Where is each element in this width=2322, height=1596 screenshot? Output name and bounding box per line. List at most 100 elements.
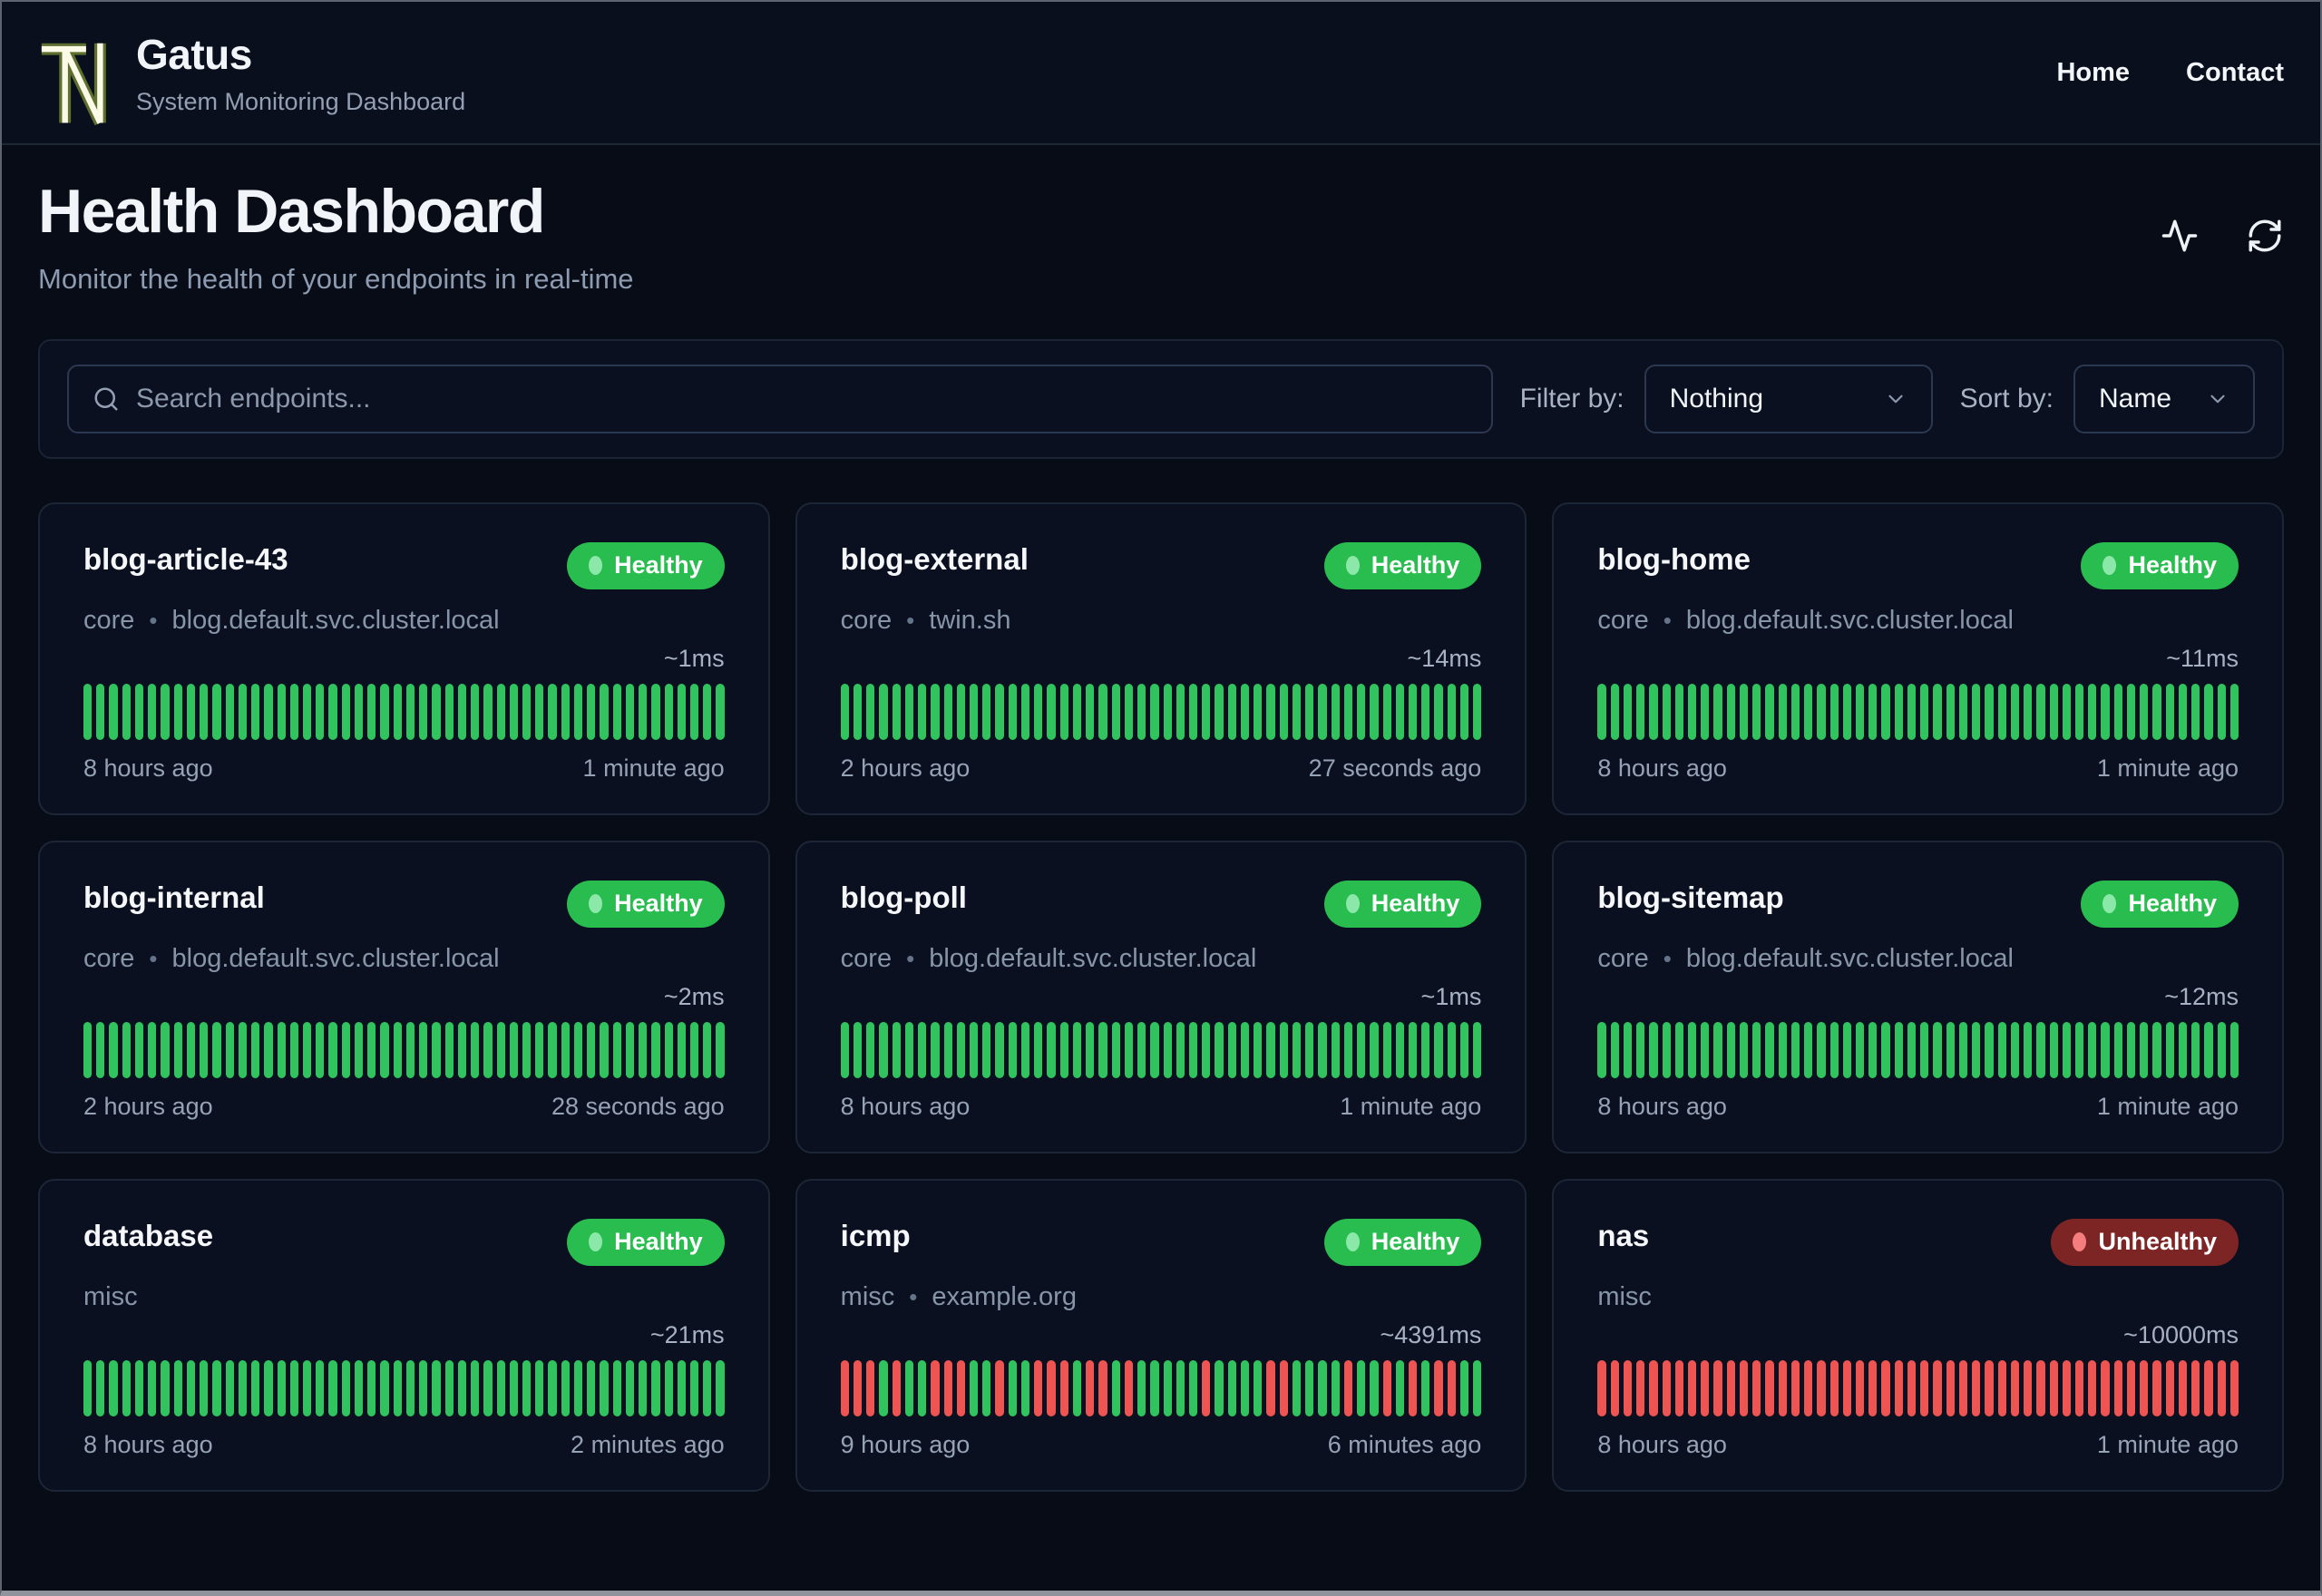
status-bar [509,1022,518,1078]
status-bar [1059,1022,1068,1078]
endpoint-group: misc [840,1282,895,1311]
endpoint-name: blog-sitemap [1597,881,1784,914]
endpoint-card[interactable]: blog-sitemap Healthy core • blog.default… [1552,841,2284,1153]
endpoint-card[interactable]: icmp Healthy misc • example.org ~4391ms … [795,1179,1527,1492]
status-bar [2010,684,2020,740]
history-start-time: 2 hours ago [83,1093,213,1120]
status-bar [535,684,544,740]
endpoint-card[interactable]: database Healthy misc • ~21ms 8 hours ag… [38,1179,770,1492]
status-bar [2101,1022,2110,1078]
status-bar [186,1360,196,1416]
status-bar [879,684,888,740]
status-bar [970,1022,979,1078]
refresh-icon[interactable] [2246,217,2284,255]
status-bar [1473,684,1482,740]
status-bar [612,684,621,740]
endpoint-name: nas [1597,1219,1650,1252]
status-bar [1020,684,1030,740]
status-bar [639,684,648,740]
status-bar [1623,1022,1633,1078]
status-bar [612,1022,621,1078]
status-bar [522,1360,532,1416]
status-bar [1188,684,1198,740]
status-bar [1176,684,1185,740]
endpoint-card[interactable]: blog-home Healthy core • blog.default.sv… [1552,502,2284,815]
status-bar [1985,1022,1994,1078]
endpoint-card[interactable]: blog-external Healthy core • twin.sh ~14… [795,502,1527,815]
status-bar [1920,1360,1929,1416]
status-bar [1072,1360,1082,1416]
status-bar [1034,1360,1043,1416]
status-bar [573,1360,583,1416]
status-bar [1881,1360,1890,1416]
status-bar [2062,1360,2071,1416]
meta-separator: • [1663,945,1672,972]
status-bar [2036,1022,2045,1078]
status-bar [2126,1022,2136,1078]
status-bar [2178,684,2188,740]
status-bar [1227,684,1236,740]
status-bar [1408,1022,1418,1078]
status-bar [457,684,467,740]
status-bar [1086,1022,1095,1078]
latency-label: ~21ms [649,1321,725,1348]
search-input[interactable] [136,384,1468,414]
status-bar [1266,1360,1275,1416]
status-bar [225,1360,234,1416]
status-bar [2088,1022,2097,1078]
card-top: blog-poll Healthy [841,881,1482,928]
status-bar [109,684,118,740]
status-bar [1765,1360,1774,1416]
status-bar [995,1022,1004,1078]
card-footer: 8 hours ago 1 minute ago [1597,754,2239,783]
status-bar [548,684,557,740]
status-bar [1674,1360,1683,1416]
status-bar [1597,684,1606,740]
endpoint-meta: misc • example.org [841,1282,1482,1312]
nav-link-contact[interactable]: Contact [2186,58,2284,88]
sort-select[interactable]: Name [2073,365,2255,433]
status-bar [380,1360,389,1416]
status-bar [1098,1360,1107,1416]
status-bar [970,1360,979,1416]
history-end-time: 1 minute ago [2096,1431,2239,1458]
status-bar [1150,1022,1159,1078]
status-bar [1856,1360,1865,1416]
card-top: database Healthy [83,1219,725,1266]
status-bar [1958,1360,1968,1416]
endpoint-group: misc [83,1282,138,1311]
status-bar [1907,684,1917,740]
status-bar [1920,684,1929,740]
status-bar [904,684,914,740]
status-bar [2191,684,2200,740]
status-bar [703,1360,712,1416]
nav-link-home[interactable]: Home [2056,58,2130,88]
activity-icon[interactable] [2161,217,2199,255]
filter-select[interactable]: Nothing [1644,365,1933,433]
status-bar [522,684,532,740]
status-bar [1713,1360,1722,1416]
status-bar [1395,684,1404,740]
search-box[interactable] [67,365,1493,433]
endpoint-card[interactable]: blog-poll Healthy core • blog.default.sv… [795,841,1527,1153]
status-bar [1124,1360,1134,1416]
endpoint-card[interactable]: blog-article-43 Healthy core • blog.defa… [38,502,770,815]
status-bar [892,1360,901,1416]
status-bar [302,1022,312,1078]
status-bar [1357,1022,1366,1078]
status-bar [405,1360,415,1416]
card-top: blog-internal Healthy [83,881,725,928]
status-bar [943,684,952,740]
status-bar [96,1360,105,1416]
endpoint-card[interactable]: blog-internal Healthy core • blog.defaul… [38,841,770,1153]
status-bar [2113,684,2122,740]
status-bar [1829,1022,1839,1078]
status-bar [1459,1360,1469,1416]
status-bar [600,1360,609,1416]
status-bar [83,1022,93,1078]
status-bar [943,1360,952,1416]
status-bar [1047,1360,1056,1416]
status-bar [1778,1022,1787,1078]
endpoint-meta: core • blog.default.svc.cluster.local [1597,606,2239,636]
endpoint-card[interactable]: nas Unhealthy misc • ~10000ms 8 hours ag… [1552,1179,2284,1492]
